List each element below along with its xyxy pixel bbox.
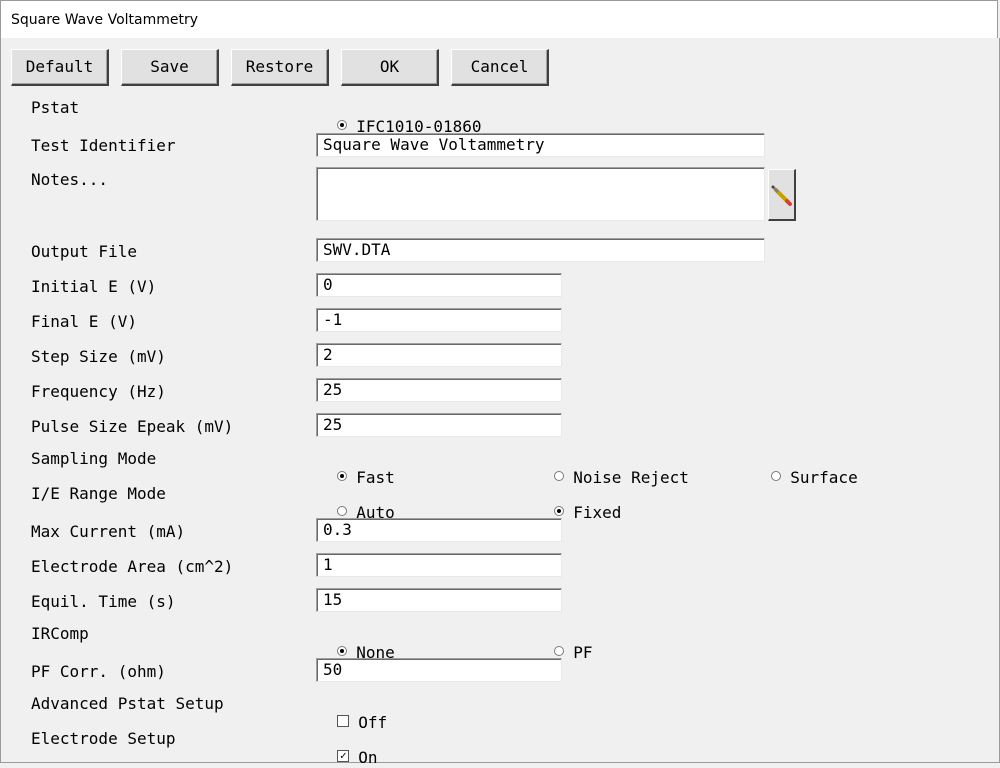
final-e-label: Final E (V) — [31, 312, 137, 331]
ircomp-label: IRComp — [31, 624, 89, 643]
initial-e-input[interactable]: 0 — [316, 273, 562, 297]
equil-time-input[interactable]: 15 — [316, 588, 562, 612]
sampling-mode-noise-reject-radio[interactable]: Noise Reject — [535, 448, 689, 487]
title-bar: Square Wave Voltammetry — [0, 0, 998, 38]
frequency-label: Frequency (Hz) — [31, 382, 166, 401]
pstat-radio[interactable]: IFC1010-01860 — [318, 97, 482, 136]
radio-selected-icon — [337, 470, 348, 481]
ircomp-pf-radio[interactable]: PF — [535, 623, 593, 662]
test-identifier-label: Test Identifier — [31, 136, 176, 155]
step-size-label: Step Size (mV) — [31, 347, 166, 366]
equil-time-label: Equil. Time (s) — [31, 592, 176, 611]
sampling-mode-label: Sampling Mode — [31, 449, 157, 468]
pstat-label: Pstat — [31, 98, 80, 117]
ie-range-auto-radio[interactable]: Auto — [318, 483, 395, 522]
electrode-area-label: Electrode Area (cm^2) — [31, 557, 234, 576]
ie-range-mode-label: I/E Range Mode — [31, 484, 166, 503]
checkbox-checked-icon: ✓ — [337, 749, 350, 762]
restore-button[interactable]: Restore — [231, 49, 329, 86]
pf-corr-label: PF Corr. (ohm) — [31, 662, 166, 681]
window-title: Square Wave Voltammetry — [11, 12, 199, 28]
radio-unselected-icon — [554, 470, 565, 481]
sampling-surface-label: Surface — [790, 468, 858, 487]
pencil-icon — [771, 185, 792, 206]
test-identifier-input[interactable]: Square Wave Voltammetry — [316, 133, 765, 157]
cancel-button[interactable]: Cancel — [451, 49, 549, 86]
electrode-setup-label: Electrode Setup — [31, 729, 176, 748]
ok-button[interactable]: OK — [341, 49, 439, 86]
electrode-setup-checkbox[interactable]: ✓ On — [318, 728, 378, 767]
pf-corr-input[interactable]: 50 — [316, 658, 562, 682]
radio-selected-icon — [337, 119, 348, 130]
electrode-area-input[interactable]: 1 — [316, 553, 562, 577]
radio-unselected-icon — [337, 505, 348, 516]
radio-unselected-icon — [554, 645, 565, 656]
initial-e-label: Initial E (V) — [31, 277, 157, 296]
radio-unselected-icon — [771, 470, 782, 481]
pulse-size-label: Pulse Size Epeak (mV) — [31, 417, 234, 436]
output-file-label: Output File — [31, 242, 137, 261]
final-e-input[interactable]: -1 — [316, 308, 562, 332]
radio-selected-icon — [554, 505, 565, 516]
ircomp-none-radio[interactable]: None — [318, 623, 395, 662]
notes-edit-button[interactable] — [768, 169, 796, 221]
notes-textarea[interactable] — [316, 167, 765, 221]
notes-label[interactable]: Notes... — [31, 170, 108, 189]
ie-range-fixed-label: Fixed — [573, 503, 622, 522]
advanced-pstat-checkbox[interactable]: Off — [318, 693, 387, 732]
step-size-input[interactable]: 2 — [316, 343, 562, 367]
sampling-mode-fast-radio[interactable]: Fast — [318, 448, 395, 487]
max-current-label: Max Current (mA) — [31, 522, 186, 541]
checkbox-unchecked-icon — [337, 714, 350, 727]
frequency-input[interactable]: 25 — [316, 378, 562, 402]
electrode-setup-state: On — [358, 748, 378, 767]
sampling-mode-surface-radio[interactable]: Surface — [752, 448, 858, 487]
default-button[interactable]: Default — [11, 49, 109, 86]
max-current-input[interactable]: 0.3 — [316, 518, 562, 542]
ie-range-fixed-radio[interactable]: Fixed — [535, 483, 621, 522]
ircomp-pf-label: PF — [573, 643, 593, 662]
pulse-size-input[interactable]: 25 — [316, 413, 562, 437]
save-button[interactable]: Save — [121, 49, 219, 86]
advanced-pstat-label: Advanced Pstat Setup — [31, 694, 224, 713]
radio-selected-icon — [337, 645, 348, 656]
output-file-input[interactable]: SWV.DTA — [316, 238, 765, 262]
